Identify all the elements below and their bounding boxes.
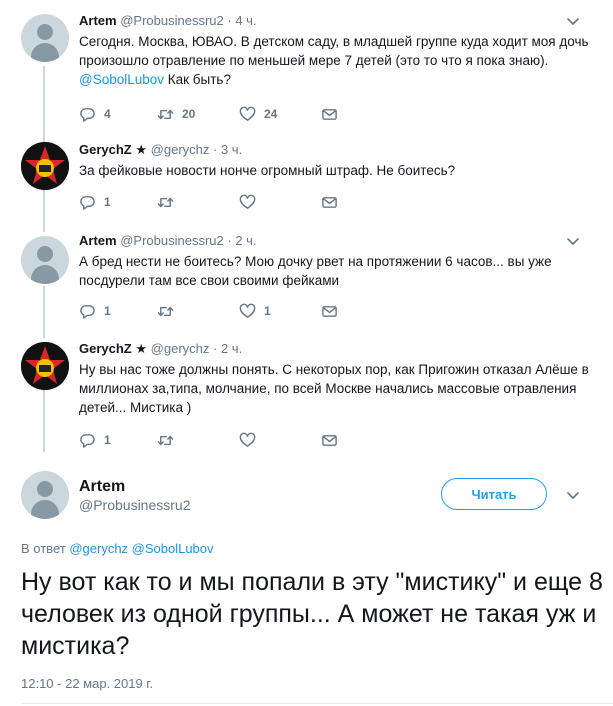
tweet[interactable]: GerychZ ★ @gerychz · 3 ч. За фейковые но…: [0, 135, 613, 230]
message-button[interactable]: [321, 105, 338, 123]
retweet-icon: [157, 306, 174, 316]
main-user-handle[interactable]: @Probusinessru2: [79, 497, 191, 513]
reply-icon: [80, 195, 95, 210]
reply-count: 1: [104, 304, 111, 318]
retweet-count: 20: [182, 107, 196, 121]
avatar-logo-icon: [21, 142, 69, 190]
avatar[interactable]: [21, 342, 69, 390]
retweet-icon: [157, 435, 174, 445]
star-icon: ★: [135, 142, 148, 157]
user-handle[interactable]: @gerychz: [151, 142, 210, 157]
user-name[interactable]: Artem: [79, 13, 117, 28]
avatar-logo-icon: [21, 342, 69, 390]
follow-button[interactable]: Читать: [441, 478, 547, 510]
tweet[interactable]: Artem @Probusinessru2 · 4 ч. Сегодня. Мо…: [0, 0, 613, 135]
avatar[interactable]: [21, 142, 69, 190]
tweet-header: GerychZ ★ @gerychz · 2 ч.: [79, 341, 243, 356]
tweet-text: Ну вы нас тоже должны понять. С некоторы…: [79, 362, 589, 415]
default-avatar-icon: [37, 24, 53, 40]
tweet-text: А бред нести не боитесь? Мою дочку рвет …: [79, 254, 552, 288]
tweet-time[interactable]: 4 ч.: [235, 13, 256, 28]
like-button[interactable]: [239, 431, 264, 449]
message-icon: [322, 305, 337, 317]
reply-icon: [80, 433, 95, 448]
reply-context: В ответ @gerychz @SobolLubov: [21, 541, 214, 556]
reply-icon: [80, 304, 95, 319]
message-icon: [322, 434, 337, 446]
chevron-down-icon[interactable]: [565, 13, 581, 29]
divider: [21, 703, 613, 704]
tweet-header: Artem @Probusinessru2 · 2 ч.: [79, 233, 257, 248]
reply-count: 1: [104, 433, 111, 447]
avatar[interactable]: [21, 236, 69, 284]
retweet-button[interactable]: [157, 431, 182, 449]
avatar[interactable]: [21, 14, 69, 62]
retweet-button[interactable]: 20: [157, 105, 195, 123]
user-handle[interactable]: @gerychz: [151, 341, 210, 356]
main-tweet-text: Ну вот как то и мы попали в эту "мистику…: [21, 568, 603, 660]
like-icon: [239, 194, 256, 209]
like-count: 1: [264, 304, 271, 318]
default-avatar-icon: [37, 246, 53, 262]
tweet-text: Сегодня. Москва, ЮВАО. В детском саду, в…: [79, 34, 589, 87]
message-icon: [322, 196, 337, 208]
reply-button[interactable]: 1: [79, 431, 111, 449]
user-name[interactable]: GerychZ: [79, 142, 132, 157]
tweet-time[interactable]: 2 ч.: [221, 341, 242, 356]
reply-button[interactable]: 1: [79, 302, 111, 320]
tweet-text: За фейковые новости нонче огромный штраф…: [79, 163, 456, 178]
main-avatar[interactable]: [21, 471, 69, 519]
reply-mentions[interactable]: @gerychz @SobolLubov: [69, 541, 213, 556]
like-button[interactable]: 24: [239, 105, 277, 123]
retweet-button[interactable]: [157, 193, 182, 211]
like-count: 24: [264, 107, 278, 121]
reply-icon: [80, 107, 95, 122]
chevron-down-icon[interactable]: [565, 487, 581, 503]
like-icon: [239, 106, 256, 121]
tweet[interactable]: Artem @Probusinessru2 · 2 ч. А бред нест…: [0, 230, 613, 335]
message-button[interactable]: [321, 431, 338, 449]
reply-button[interactable]: 1: [79, 193, 111, 211]
tweet[interactable]: GerychZ ★ @gerychz · 2 ч. Ну вы нас тоже…: [0, 335, 613, 460]
like-button[interactable]: 1: [239, 302, 271, 320]
default-avatar-icon: [37, 481, 53, 497]
tweet-header: Artem @Probusinessru2 · 4 ч.: [79, 13, 257, 28]
like-icon: [239, 432, 256, 447]
tweet-time[interactable]: 2 ч.: [235, 233, 256, 248]
user-name[interactable]: GerychZ: [79, 341, 132, 356]
user-handle[interactable]: @Probusinessru2: [120, 13, 224, 28]
star-icon: ★: [135, 341, 148, 356]
mention-link[interactable]: @SobolLubov: [79, 72, 164, 87]
main-tweet-timestamp[interactable]: 12:10 - 22 мар. 2019 г.: [21, 676, 153, 691]
retweet-icon: [157, 197, 174, 207]
user-handle[interactable]: @Probusinessru2: [120, 233, 224, 248]
reply-button[interactable]: 4: [79, 105, 111, 123]
user-name[interactable]: Artem: [79, 233, 117, 248]
retweet-button[interactable]: [157, 302, 182, 320]
retweet-icon: [157, 109, 174, 119]
chevron-down-icon[interactable]: [565, 233, 581, 249]
tweet-time[interactable]: 3 ч.: [221, 142, 242, 157]
like-icon: [239, 303, 256, 318]
main-user-name[interactable]: Artem: [79, 478, 125, 496]
reply-count: 4: [104, 107, 111, 121]
message-icon: [322, 108, 337, 120]
reply-count: 1: [104, 195, 111, 209]
tweet-header: GerychZ ★ @gerychz · 3 ч.: [79, 142, 243, 157]
message-button[interactable]: [321, 302, 338, 320]
message-button[interactable]: [321, 193, 338, 211]
like-button[interactable]: [239, 193, 264, 211]
